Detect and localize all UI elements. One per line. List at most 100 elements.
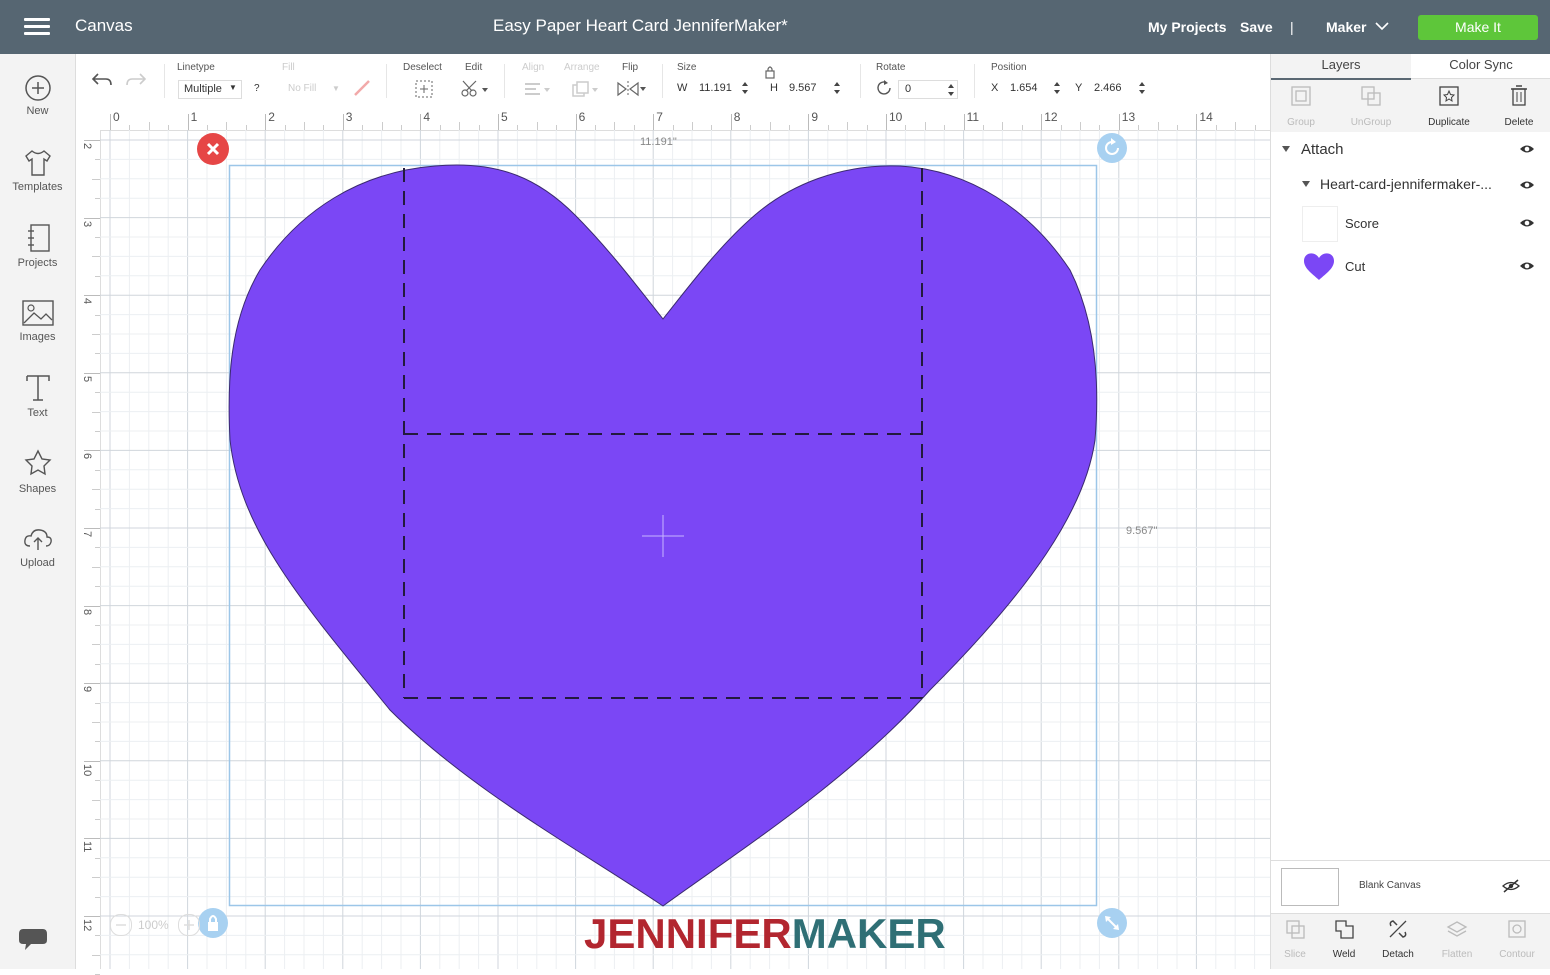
sidebar-item-text[interactable]: Text — [0, 372, 75, 419]
rotate-handle[interactable] — [1097, 133, 1127, 163]
layer-subgroup[interactable]: Heart-card-jennifermaker-... — [1271, 166, 1550, 203]
sidebar-item-label: New — [26, 105, 49, 117]
ruler-tick — [84, 605, 100, 607]
width-input[interactable]: 11.191 — [699, 82, 732, 94]
sidebar-item-templates[interactable]: Templates — [0, 148, 75, 193]
machine-select[interactable]: Maker — [1326, 19, 1366, 35]
close-icon — [206, 142, 220, 156]
rotate-icon — [1105, 138, 1119, 155]
sidebar-item-shapes[interactable]: Shapes — [0, 448, 75, 495]
sidebar-item-projects[interactable]: Projects — [0, 222, 75, 269]
delete-handle[interactable] — [197, 133, 229, 165]
duplicate-button[interactable]: Duplicate — [1419, 84, 1479, 128]
align-icon[interactable] — [522, 80, 552, 98]
layer-group-attach[interactable]: Attach — [1271, 132, 1550, 167]
sidebar-item-label: Images — [19, 331, 56, 343]
height-stepper-icon[interactable] — [833, 81, 841, 95]
ruler-label: 11 — [966, 110, 980, 124]
x-stepper-icon[interactable] — [1053, 81, 1061, 95]
caret-down-icon[interactable] — [1281, 145, 1291, 153]
ruler-label: 2 — [268, 110, 275, 124]
rotate-label: Rotate — [876, 62, 906, 73]
slice-icon — [1286, 920, 1305, 939]
ruler-subtick — [92, 178, 100, 180]
height-input[interactable]: 9.567 — [789, 82, 817, 94]
size-label: Size — [677, 62, 697, 73]
ruler-tick — [342, 114, 344, 130]
sidebar-item-upload[interactable]: Upload — [0, 524, 75, 569]
ruler-tick — [886, 114, 887, 130]
ruler-label: 1 — [190, 110, 198, 124]
group-button[interactable]: Group — [1271, 84, 1331, 128]
linetype-value: Multiple — [184, 83, 222, 95]
redo-icon[interactable] — [124, 70, 148, 90]
hamburger-menu-icon[interactable] — [24, 18, 50, 36]
flatten-button[interactable]: Flatten — [1427, 918, 1487, 960]
chat-bubble-icon[interactable] — [17, 926, 49, 952]
layer-item-cut[interactable]: Cut — [1271, 244, 1550, 289]
sidebar-item-new[interactable]: New — [0, 74, 75, 117]
sidebar-item-label: Shapes — [18, 483, 57, 495]
ruler-subtick — [92, 722, 100, 723]
eye-icon[interactable] — [1519, 217, 1535, 229]
zoom-in-button[interactable] — [178, 914, 200, 936]
save-button[interactable]: Save — [1240, 19, 1273, 35]
eye-icon[interactable] — [1519, 143, 1535, 155]
undo-icon[interactable] — [90, 70, 114, 90]
caret-down-icon[interactable] — [1301, 180, 1311, 188]
linetype-help-button[interactable]: ? — [254, 83, 260, 94]
zoom-level: 100% — [138, 918, 169, 932]
detach-button[interactable]: Detach — [1368, 918, 1428, 960]
y-input[interactable]: 2.466 — [1094, 82, 1122, 94]
lock-handle[interactable] — [198, 908, 228, 938]
eye-icon[interactable] — [1519, 179, 1535, 191]
tab-color-sync[interactable]: Color Sync — [1411, 54, 1550, 79]
eye-icon[interactable] — [1519, 260, 1535, 272]
design-canvas[interactable]: 11.191" 9.567" 100% JENNIFERMAKER — [100, 130, 1270, 969]
edit-scissors-icon[interactable] — [460, 79, 490, 99]
arrange-icon[interactable] — [570, 80, 600, 98]
ruler-tick — [653, 114, 655, 130]
resize-handle[interactable] — [1097, 908, 1127, 938]
tab-layers[interactable]: Layers — [1271, 54, 1411, 80]
blank-canvas-swatch[interactable] — [1281, 868, 1339, 906]
right-panel: Layers Color Sync Group UnGroup Duplicat… — [1270, 54, 1550, 969]
ruler-label: 6 — [81, 453, 93, 460]
x-input[interactable]: 1.654 — [1010, 82, 1038, 94]
flip-icon[interactable] — [616, 79, 648, 99]
my-projects-link[interactable]: My Projects — [1148, 19, 1227, 35]
ruler-subtick — [536, 122, 538, 130]
ruler-subtick — [924, 122, 926, 130]
heart-thumbnail-icon — [1304, 253, 1334, 280]
ruler-label: 9 — [811, 110, 819, 124]
sidebar-item-images[interactable]: Images — [0, 298, 75, 343]
ungroup-button[interactable]: UnGroup — [1341, 84, 1401, 128]
delete-button[interactable]: Delete — [1489, 84, 1549, 128]
blank-canvas-row[interactable]: Blank Canvas — [1271, 860, 1550, 914]
lock-ratio-icon[interactable] — [764, 65, 776, 79]
ruler-tick — [84, 683, 100, 685]
linetype-select[interactable]: Multiple ▼ — [178, 80, 242, 99]
ungroup-icon — [1361, 86, 1381, 106]
weld-button[interactable]: Weld — [1314, 918, 1374, 960]
layer-item-score[interactable]: Score — [1271, 202, 1550, 245]
rotate-stepper-icon[interactable] — [947, 83, 955, 97]
y-stepper-icon[interactable] — [1138, 81, 1146, 95]
layer-subgroup-name: Heart-card-jennifermaker-... — [1320, 176, 1492, 192]
eye-hidden-icon[interactable] — [1502, 879, 1520, 893]
ruler-label: 3 — [81, 220, 93, 227]
detach-icon — [1389, 920, 1407, 938]
deselect-icon[interactable] — [414, 79, 434, 99]
fill-color-swatch-icon[interactable] — [352, 78, 372, 98]
width-stepper-icon[interactable] — [741, 81, 749, 95]
contour-button[interactable]: Contour — [1487, 918, 1547, 960]
image-icon — [21, 300, 54, 326]
arrange-label: Arrange — [564, 62, 600, 73]
chevron-down-icon[interactable] — [1375, 22, 1389, 31]
fill-select[interactable]: No Fill — [288, 83, 316, 94]
make-it-button[interactable]: Make It — [1418, 15, 1538, 40]
zoom-out-button[interactable] — [110, 914, 132, 936]
ruler-subtick — [692, 122, 693, 130]
resize-arrows-icon — [1105, 916, 1119, 930]
ruler-label: 10 — [889, 110, 903, 124]
